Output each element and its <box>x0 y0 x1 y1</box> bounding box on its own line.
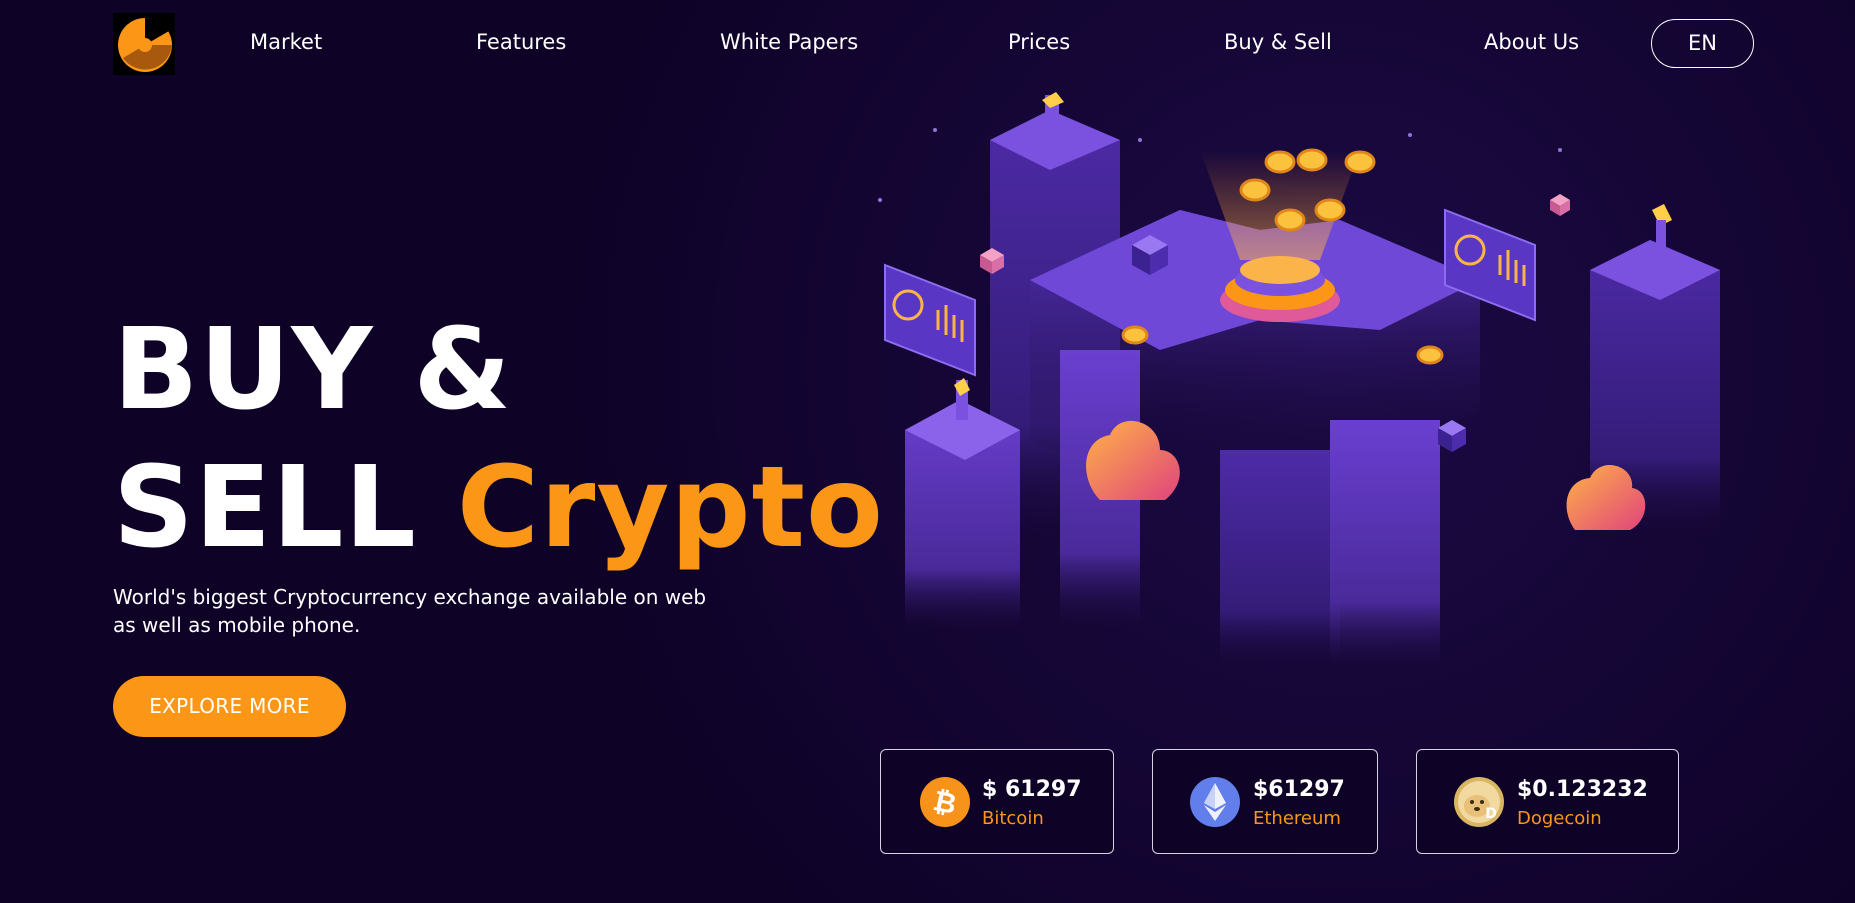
nav-item-market[interactable]: Market <box>250 30 322 54</box>
hero-title-plain: SELL <box>113 443 417 573</box>
bitcoin-name: Bitcoin <box>982 808 1044 829</box>
svg-text:D: D <box>1485 806 1497 822</box>
dogecoin-price: $0.123232 <box>1517 777 1648 802</box>
ethereum-icon <box>1190 777 1240 827</box>
price-card-ethereum[interactable]: $61297 Ethereum <box>1152 749 1378 854</box>
nav-item-buy-sell[interactable]: Buy & Sell <box>1224 30 1332 54</box>
price-card-bitcoin[interactable]: ₿ $ 61297 Bitcoin <box>880 749 1114 854</box>
nav-item-about-us[interactable]: About Us <box>1484 30 1579 54</box>
explore-more-button[interactable]: EXPLORE MORE <box>113 676 346 737</box>
nav-item-prices[interactable]: Prices <box>1008 30 1070 54</box>
brand-logo[interactable] <box>113 13 175 75</box>
ethereum-name: Ethereum <box>1253 808 1341 829</box>
hero-title-line-1: BUY & <box>113 305 513 435</box>
crypto-city-illustration <box>878 92 1720 680</box>
bitcoin-price: $ 61297 <box>982 777 1082 802</box>
bitcoin-icon: ₿ <box>920 777 970 827</box>
hero-title-accent: Crypto <box>456 443 884 573</box>
hero-subtitle: World's biggest Cryptocurrency exchange … <box>113 585 707 637</box>
ethereum-price: $61297 <box>1253 777 1345 802</box>
brand-logo-mark <box>118 17 172 72</box>
hero-title-line-2: SELL Crypto <box>113 452 884 564</box>
nav-item-white-papers[interactable]: White Papers <box>720 30 858 54</box>
price-card-dogecoin[interactable]: D $0.123232 Dogecoin <box>1416 749 1679 854</box>
page: Market Features White Papers Prices Buy … <box>0 0 1855 903</box>
language-button[interactable]: EN <box>1651 19 1754 68</box>
dogecoin-icon: D <box>1454 777 1504 827</box>
nav-item-features[interactable]: Features <box>476 30 566 54</box>
dogecoin-name: Dogecoin <box>1517 808 1602 829</box>
